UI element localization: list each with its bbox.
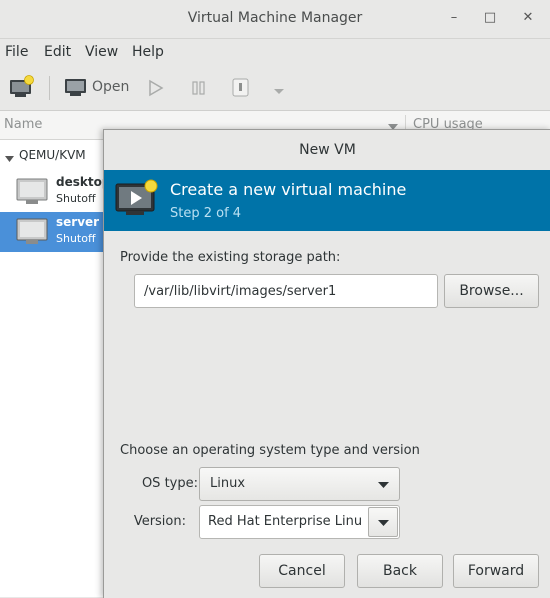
run-button[interactable] bbox=[148, 79, 164, 101]
new-vm-dialog: New VM Create a new virtual machine Step… bbox=[103, 129, 550, 598]
open-button[interactable]: Open bbox=[64, 77, 134, 99]
version-value[interactable]: Red Hat Enterprise Linu bbox=[208, 514, 363, 529]
name-column-header[interactable]: Name bbox=[4, 117, 42, 132]
os-type-select[interactable]: Linux bbox=[199, 467, 400, 501]
banner-title: Create a new virtual machine bbox=[170, 180, 407, 199]
vm-row-desktop[interactable]: desktop Shutoff bbox=[0, 172, 110, 212]
shutdown-button[interactable] bbox=[231, 78, 251, 102]
toolbar-separator bbox=[49, 76, 50, 100]
menubar: File Edit View Help bbox=[0, 39, 550, 66]
pause-icon bbox=[192, 81, 205, 95]
version-combo[interactable]: Red Hat Enterprise Linu bbox=[199, 505, 400, 539]
os-section-label: Choose an operating system type and vers… bbox=[120, 443, 420, 458]
dropdown-arrow-icon bbox=[274, 89, 284, 94]
back-button[interactable]: Back bbox=[357, 554, 443, 588]
menu-help[interactable]: Help bbox=[132, 44, 164, 60]
vm-status: Shutoff bbox=[56, 192, 96, 205]
menu-view[interactable]: View bbox=[85, 44, 118, 60]
version-label: Version: bbox=[133, 514, 186, 529]
dialog-title: New VM bbox=[299, 142, 356, 158]
os-type-value: Linux bbox=[210, 476, 246, 491]
cancel-button[interactable]: Cancel bbox=[259, 554, 345, 588]
storage-path-label: Provide the existing storage path: bbox=[120, 250, 341, 265]
close-button[interactable]: ✕ bbox=[520, 10, 536, 25]
shutdown-menu-button[interactable] bbox=[273, 85, 285, 100]
open-label: Open bbox=[92, 79, 130, 95]
vm-row-server[interactable]: server Shutoff bbox=[0, 212, 104, 252]
pause-button[interactable] bbox=[191, 80, 207, 100]
browse-button[interactable]: Browse... bbox=[444, 274, 539, 308]
version-dropdown-button[interactable] bbox=[368, 507, 398, 537]
vm-monitor-icon bbox=[16, 178, 48, 204]
play-icon bbox=[149, 79, 164, 97]
menu-edit[interactable]: Edit bbox=[44, 44, 71, 60]
main-titlebar: Virtual Machine Manager – □ ✕ bbox=[0, 0, 550, 39]
vm-status: Shutoff bbox=[56, 232, 96, 245]
window-title: Virtual Machine Manager bbox=[187, 10, 363, 26]
chevron-down-icon bbox=[378, 520, 389, 526]
shutdown-icon bbox=[232, 78, 249, 97]
maximize-button[interactable]: □ bbox=[482, 10, 498, 25]
new-vm-icon bbox=[10, 75, 34, 97]
menu-file[interactable]: File bbox=[5, 44, 28, 60]
toolbar: Open bbox=[0, 66, 550, 111]
storage-path-input[interactable] bbox=[134, 274, 438, 308]
minimize-button[interactable]: – bbox=[446, 10, 462, 25]
vm-monitor-icon bbox=[16, 218, 48, 244]
expander-icon[interactable] bbox=[5, 152, 14, 167]
os-type-label: OS type: bbox=[141, 476, 198, 491]
forward-button[interactable]: Forward bbox=[453, 554, 539, 588]
monitor-icon bbox=[65, 79, 86, 96]
dialog-banner: Create a new virtual machine Step 2 of 4 bbox=[104, 170, 550, 231]
banner-step: Step 2 of 4 bbox=[170, 206, 242, 221]
connection-label[interactable]: QEMU/KVM bbox=[19, 148, 86, 162]
new-vm-button[interactable] bbox=[9, 75, 35, 103]
new-vm-icon bbox=[115, 179, 158, 215]
chevron-down-icon bbox=[378, 482, 389, 488]
vm-name: server bbox=[56, 215, 100, 229]
